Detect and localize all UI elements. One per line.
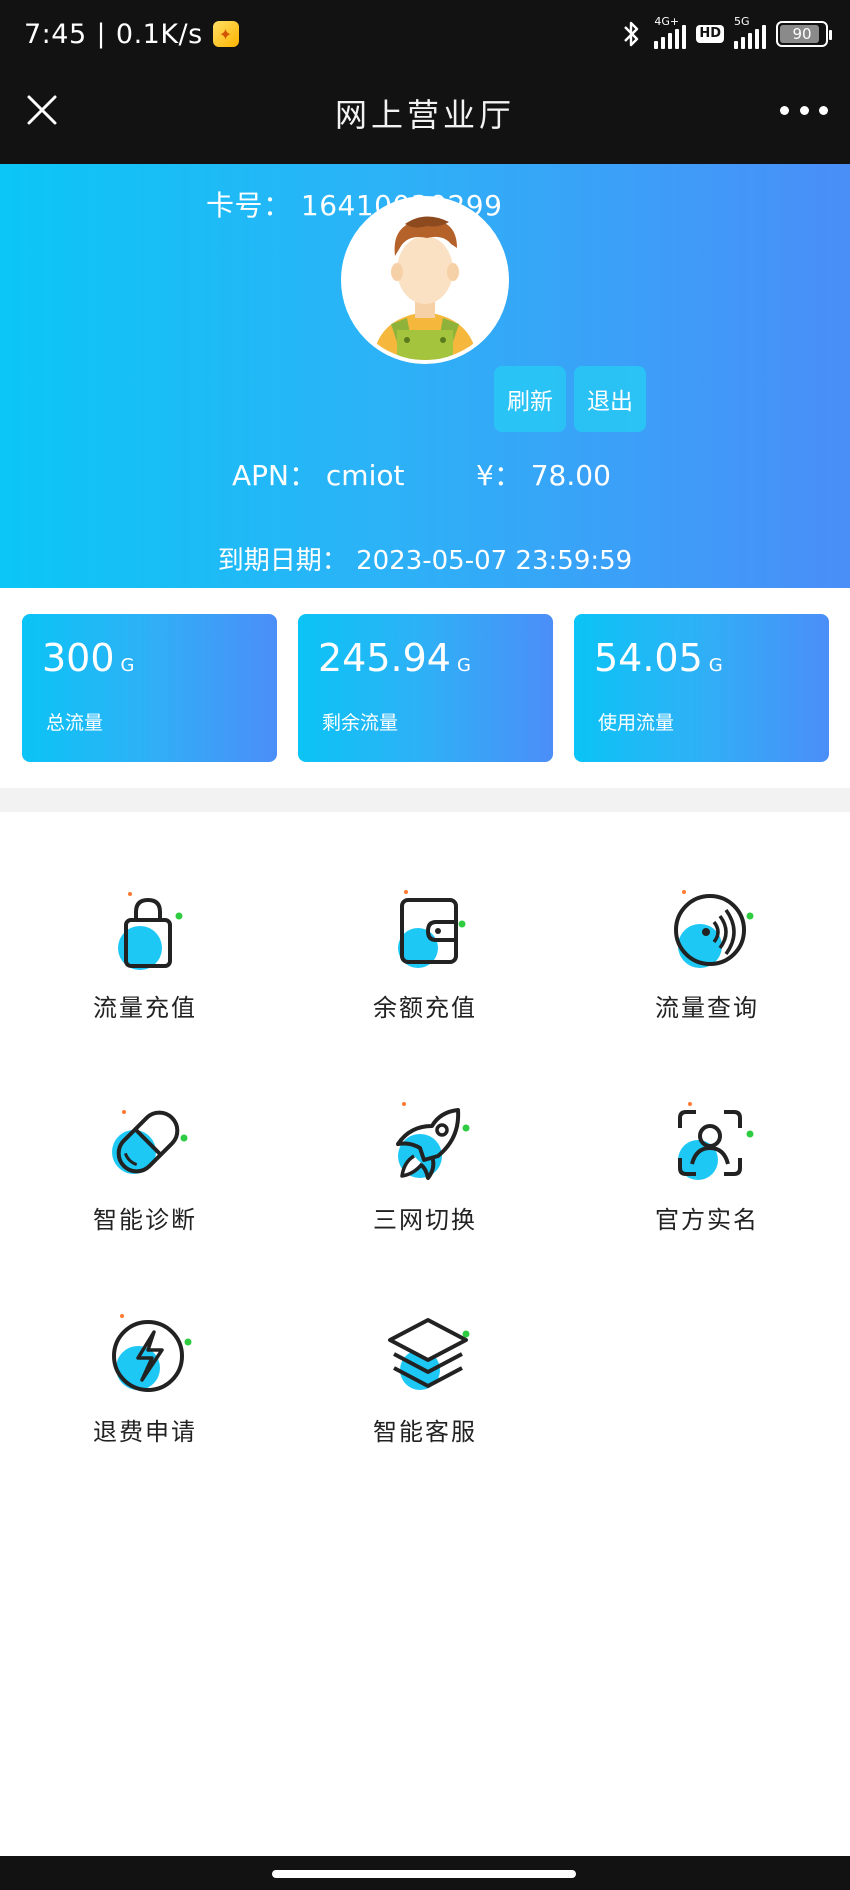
expire-date-value: 2023-05-07 23:59:59 — [356, 546, 633, 576]
status-right: 4G+ HD 5G 90 — [618, 14, 832, 54]
menu-label: 智能诊断 — [93, 1206, 197, 1234]
stat-card-total: 300 G 总流量 — [22, 614, 277, 762]
remaining-traffic-value: 245.94 — [318, 636, 451, 680]
status-left: 7:45 | 0.1K/s ✦ — [24, 14, 239, 54]
card-number-label: 卡号： — [206, 189, 292, 222]
menu-label: 流量充值 — [93, 994, 197, 1022]
menu-item-data-query[interactable]: 流量查询 — [592, 886, 822, 1036]
notification-app-icon: ✦ — [212, 21, 239, 47]
total-traffic-label: 总流量 — [46, 712, 104, 734]
face-scan-icon — [678, 1102, 754, 1180]
stat-card-remaining: 245.94 G 剩余流量 — [298, 614, 553, 762]
page-title: 网上营业厅 — [334, 96, 515, 134]
status-separator: | — [96, 19, 106, 49]
apn-value: cmiot — [325, 459, 405, 492]
network-type-2: 5G — [734, 15, 750, 28]
status-bar: 7:45 | 0.1K/s ✦ 4G+ HD 5G 90 — [0, 0, 850, 68]
rocket-icon — [396, 1102, 470, 1180]
used-traffic-value: 54.05 — [594, 636, 703, 680]
wallet-icon — [398, 890, 466, 968]
logout-button[interactable]: 退出 — [574, 366, 646, 432]
app-header: 网上营业厅 — [0, 68, 850, 164]
unit-label: G — [456, 655, 471, 676]
hd-badge: HD — [696, 25, 724, 43]
balance-row: ¥： 78.00 — [476, 454, 611, 494]
expire-date-label: 到期日期： — [217, 546, 348, 576]
layers-icon — [388, 1318, 470, 1390]
home-gesture-bar[interactable] — [272, 1870, 576, 1878]
more-icon — [780, 105, 789, 115]
signal-waves-icon — [674, 890, 754, 968]
user-avatar-icon — [345, 200, 505, 360]
refresh-button[interactable]: 刷新 — [494, 366, 566, 432]
menu-item-smart-support[interactable]: 智能客服 — [310, 1310, 540, 1460]
signal-strength-1-icon: 4G+ — [654, 15, 687, 49]
status-speed: 0.1K/s — [115, 18, 203, 50]
remaining-traffic-label: 剩余流量 — [322, 712, 399, 734]
apn-row: APN： cmiot — [232, 454, 404, 494]
app-screen: 7:45 | 0.1K/s ✦ 4G+ HD 5G 90 网上营业厅 卡号： 1… — [0, 0, 850, 1890]
menu-item-real-name[interactable]: 官方实名 — [592, 1098, 822, 1248]
stat-card-used: 54.05 G 使用流量 — [574, 614, 829, 762]
total-traffic-value: 300 — [42, 636, 115, 680]
menu-label: 官方实名 — [655, 1206, 759, 1234]
balance-label: ¥： — [476, 459, 522, 492]
home-indicator — [0, 1856, 850, 1890]
profile-banner: 卡号： 16410030299 刷新 退出 APN： cmiot ¥： 78.0… — [0, 164, 850, 588]
stat-value: 300 G — [42, 636, 134, 680]
lightning-icon — [112, 1314, 192, 1392]
network-type-1: 4G+ — [654, 15, 680, 28]
used-traffic-label: 使用流量 — [598, 712, 675, 734]
status-time: 7:45 — [24, 18, 87, 50]
stat-value: 245.94 G — [318, 636, 471, 680]
bluetooth-icon — [624, 21, 639, 47]
menu-label: 流量查询 — [655, 994, 759, 1022]
more-options-button[interactable] — [780, 98, 828, 122]
pill-capsule-icon — [112, 1110, 188, 1174]
card-number-value: 16410030299 — [300, 189, 503, 222]
menu-label: 智能客服 — [373, 1418, 477, 1446]
shopping-bag-icon — [118, 892, 183, 970]
menu-item-balance-recharge[interactable]: 余额充值 — [310, 886, 540, 1036]
card-number-row: 卡号： 16410030299 — [206, 184, 502, 224]
menu-label: 退费申请 — [93, 1418, 197, 1446]
menu-item-data-recharge[interactable]: 流量充值 — [30, 886, 260, 1036]
unit-label: G — [708, 655, 723, 676]
menu-item-smart-diagnosis[interactable]: 智能诊断 — [30, 1098, 260, 1248]
battery-icon: 90 — [776, 21, 832, 47]
unit-label: G — [120, 655, 135, 676]
menu-item-network-switch[interactable]: 三网切换 — [310, 1098, 540, 1248]
stat-value: 54.05 G — [594, 636, 723, 680]
menu-item-refund-request[interactable]: 退费申请 — [30, 1310, 260, 1460]
section-divider — [0, 788, 850, 812]
expire-date-row: 到期日期： 2023-05-07 23:59:59 — [0, 540, 850, 577]
battery-level: 90 — [792, 25, 812, 43]
apn-label: APN： — [232, 459, 317, 492]
signal-strength-2-icon: 5G — [734, 15, 766, 49]
balance-value: 78.00 — [530, 459, 611, 492]
menu-label: 三网切换 — [373, 1206, 477, 1234]
menu-label: 余额充值 — [373, 994, 477, 1022]
